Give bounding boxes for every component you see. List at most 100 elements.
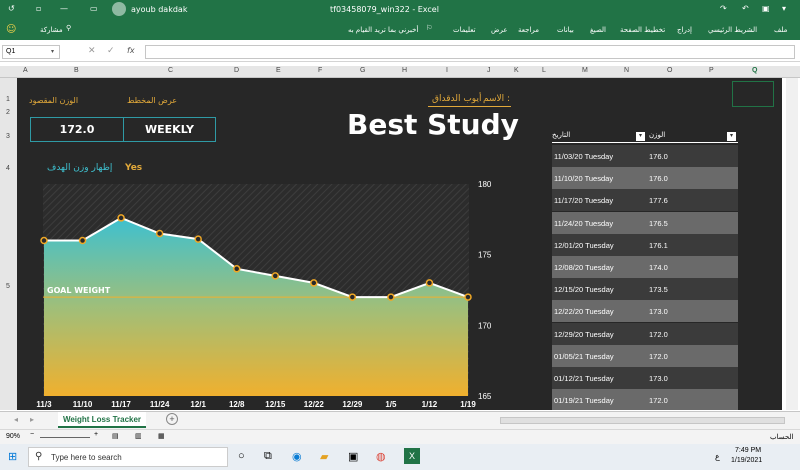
tell-me-input[interactable]: أخبرني بما تريد القيام به bbox=[348, 26, 418, 34]
tab-help[interactable]: تعليمات bbox=[453, 26, 476, 34]
table-row[interactable]: 12/15/20 Tuesday 173.5 bbox=[552, 278, 738, 301]
table-row[interactable]: 11/03/20 Tuesday 176.0 bbox=[552, 145, 738, 167]
row-3[interactable]: 3 bbox=[6, 133, 10, 140]
tab-data[interactable]: بيانات bbox=[557, 26, 574, 34]
chrome-icon[interactable]: ◍ bbox=[376, 450, 386, 463]
tab-formulas[interactable]: الصيغ bbox=[590, 26, 606, 34]
share-button[interactable]: مشاركة bbox=[40, 26, 63, 34]
tab-insert[interactable]: إدراج bbox=[677, 26, 692, 34]
user-add-icon[interactable]: ⚲ bbox=[66, 24, 71, 32]
table-row[interactable]: 11/10/20 Tuesday 176.0 bbox=[552, 167, 738, 190]
col-b[interactable]: B bbox=[74, 67, 79, 74]
tab-file[interactable]: ملف bbox=[774, 26, 787, 34]
taskbar-search-box[interactable]: ⚲ Type here to search bbox=[28, 447, 228, 467]
chart-point[interactable] bbox=[464, 293, 472, 301]
selected-cell-q1[interactable] bbox=[732, 81, 774, 107]
zoom-in-icon[interactable]: + bbox=[94, 431, 98, 438]
name-box-dropdown-icon[interactable]: ▾ bbox=[51, 48, 54, 55]
autosave-icon[interactable]: ↺ bbox=[8, 4, 15, 13]
col-e[interactable]: E bbox=[276, 67, 281, 74]
col-j[interactable]: J bbox=[487, 67, 491, 74]
table-row[interactable]: 12/22/20 Tuesday 173.0 bbox=[552, 300, 738, 323]
chart-point[interactable] bbox=[40, 236, 48, 245]
clock-time[interactable]: 7:49 PM bbox=[735, 447, 761, 454]
ribbon-display-icon[interactable]: ▭ bbox=[90, 4, 98, 13]
chart-point[interactable] bbox=[232, 265, 241, 273]
tab-home[interactable]: الشريط الرئيسي bbox=[708, 26, 757, 34]
row-5[interactable]: 5 bbox=[6, 283, 10, 290]
edge-icon[interactable]: ◉ bbox=[292, 450, 302, 463]
table-row[interactable]: 01/12/21 Tuesday 173.0 bbox=[552, 367, 738, 389]
col-c[interactable]: C bbox=[168, 67, 173, 74]
task-view-icon[interactable]: ⧉ bbox=[264, 450, 272, 463]
row-1[interactable]: 1 bbox=[6, 96, 10, 103]
zoom-out-icon[interactable]: − bbox=[30, 431, 34, 438]
chart-point[interactable] bbox=[117, 214, 125, 222]
row-2[interactable]: 2 bbox=[6, 109, 10, 116]
sheet-area[interactable]: الوزن المقصود عرض المخطط أيوب الدقداق ال… bbox=[17, 78, 782, 410]
col-k[interactable]: K bbox=[514, 67, 519, 74]
cortana-icon[interactable]: ○ bbox=[238, 450, 245, 462]
tab-weight-loss-tracker[interactable]: Weight Loss Tracker bbox=[58, 412, 146, 428]
add-sheet-button[interactable]: + bbox=[166, 413, 178, 425]
zoom-slider[interactable] bbox=[40, 437, 90, 438]
tab-review[interactable]: مراجعة bbox=[518, 26, 539, 34]
store-icon[interactable]: ▣ bbox=[348, 450, 358, 463]
table-row[interactable]: 12/08/20 Tuesday 174.0 bbox=[552, 256, 738, 278]
vertical-scrollbar[interactable] bbox=[786, 78, 798, 410]
col-d[interactable]: D bbox=[234, 67, 239, 74]
chart-point[interactable] bbox=[310, 279, 318, 287]
show-goal-value[interactable]: Yes bbox=[125, 163, 142, 173]
save-icon[interactable]: ▣ bbox=[762, 4, 770, 13]
col-h[interactable]: H bbox=[402, 67, 407, 74]
minimize-icon[interactable]: — bbox=[60, 4, 68, 13]
file-explorer-icon[interactable]: ▰ bbox=[320, 450, 328, 463]
undo-icon[interactable]: ↶ bbox=[742, 4, 749, 13]
cancel-icon[interactable]: ✕ bbox=[88, 46, 96, 56]
chart-point[interactable] bbox=[78, 236, 87, 245]
tab-scroll-left-icon[interactable]: ◂ bbox=[14, 415, 18, 424]
chart-point[interactable] bbox=[271, 272, 280, 280]
redo-icon[interactable]: ↷ bbox=[720, 4, 727, 13]
col-m[interactable]: M bbox=[582, 67, 588, 74]
plan-value[interactable]: WEEKLY bbox=[124, 118, 215, 141]
row-4[interactable]: 4 bbox=[6, 165, 10, 172]
col-q[interactable]: Q bbox=[752, 67, 757, 74]
weight-filter-icon[interactable]: ▾ bbox=[727, 132, 736, 141]
table-row[interactable]: 11/24/20 Tuesday 176.5 bbox=[552, 211, 738, 234]
col-l[interactable]: L bbox=[542, 67, 546, 74]
page-layout-view-icon[interactable]: ▥ bbox=[135, 432, 142, 440]
chart-point[interactable] bbox=[194, 235, 202, 243]
smiley-icon[interactable]: ☺ bbox=[6, 24, 16, 35]
col-n[interactable]: N bbox=[624, 67, 629, 74]
table-row[interactable]: 01/19/21 Tuesday 172.0 bbox=[552, 389, 738, 410]
clock-date[interactable]: 1/19/2021 bbox=[731, 457, 762, 464]
page-break-view-icon[interactable]: ▤ bbox=[112, 432, 119, 440]
weight-chart[interactable]: GOAL WEIGHT 180 175 170 165 11/3 11/10 11/17 1… bbox=[17, 173, 517, 410]
col-g[interactable]: G bbox=[360, 67, 365, 74]
enter-icon[interactable]: ✓ bbox=[107, 46, 115, 56]
lightbulb-icon[interactable]: ⚐ bbox=[426, 24, 432, 32]
horizontal-scrollbar[interactable] bbox=[500, 417, 785, 424]
input-language[interactable]: ع bbox=[715, 452, 720, 461]
formula-input[interactable] bbox=[145, 45, 795, 59]
col-p[interactable]: P bbox=[709, 67, 714, 74]
target-weight-value[interactable]: 172.0 bbox=[31, 118, 124, 141]
chart-point[interactable] bbox=[387, 293, 395, 301]
chart-point[interactable] bbox=[348, 293, 357, 301]
tab-page-layout[interactable]: تخطيط الصفحة bbox=[620, 26, 665, 34]
restore-icon[interactable]: ▫ bbox=[36, 4, 41, 13]
date-filter-icon[interactable]: ▾ bbox=[636, 132, 645, 141]
tab-view[interactable]: عرض bbox=[491, 26, 508, 34]
avatar[interactable] bbox=[112, 2, 126, 16]
table-row[interactable]: 12/29/20 Tuesday 172.0 bbox=[552, 322, 738, 345]
excel-taskbar-icon[interactable]: X bbox=[404, 448, 420, 464]
chart-point[interactable] bbox=[155, 229, 164, 238]
col-o[interactable]: O bbox=[667, 67, 672, 74]
col-a[interactable]: A bbox=[23, 67, 28, 74]
tab-scroll-right-icon[interactable]: ▸ bbox=[30, 415, 34, 424]
table-row[interactable]: 12/01/20 Tuesday 176.1 bbox=[552, 233, 738, 256]
qat-more-icon[interactable]: ▾ bbox=[782, 4, 786, 13]
chart-point[interactable] bbox=[425, 279, 434, 287]
col-i[interactable]: I bbox=[446, 67, 448, 74]
